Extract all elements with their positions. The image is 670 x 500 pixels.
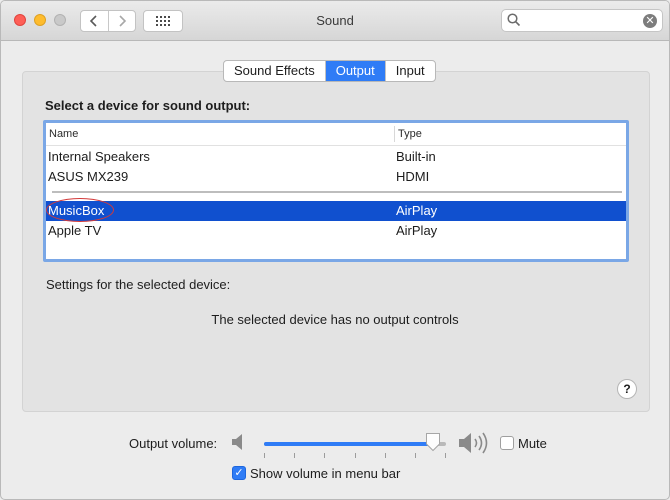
slider-tick [294,453,296,458]
tab-input[interactable]: Input [384,61,435,81]
column-separator[interactable] [394,126,395,142]
no-output-controls-message: The selected device has no output contro… [211,312,459,327]
settings-label: Settings for the selected device: [46,277,231,292]
volume-slider-knob[interactable] [425,432,441,452]
group-divider [52,191,622,193]
slider-tick [384,453,386,458]
clear-search-icon[interactable]: ✕ [643,14,657,28]
tab-bar: Sound Effects Output Input [223,60,436,82]
device-type: Built-in [396,149,436,164]
output-volume-label: Output volume: [129,436,218,451]
help-button[interactable]: ? [617,379,637,399]
slider-tick [354,453,356,458]
device-list-heading: Select a device for sound output: [45,98,251,113]
search-icon [507,13,521,27]
table-header: Name Type [46,123,626,146]
output-device-table[interactable]: Name Type Internal Speakers Built-in ASU… [43,120,629,262]
volume-slider-ticks [264,453,446,459]
device-type: AirPlay [396,203,438,218]
column-header-type[interactable]: Type [398,128,422,140]
table-row[interactable]: ASUS MX239 HDMI [46,167,626,187]
annotation-circle [46,198,114,222]
table-row-selected[interactable]: MusicBox AirPlay [46,198,626,222]
device-name: Apple TV [48,223,102,238]
device-type: HDMI [396,169,430,184]
speaker-low-icon [232,434,242,450]
show-volume-label[interactable]: Show volume in menu bar [250,466,400,481]
volume-slider-fill [264,442,434,446]
volume-slider[interactable] [264,442,446,446]
device-type: AirPlay [396,223,438,238]
tab-output[interactable]: Output [324,61,385,81]
speaker-high-icon [459,432,488,454]
slider-tick [414,453,416,458]
show-volume-checkbox[interactable]: ✓ [232,466,246,480]
table-row[interactable]: Apple TV AirPlay [46,221,626,241]
column-header-name[interactable]: Name [49,128,78,140]
mute-label[interactable]: Mute [518,436,547,451]
slider-tick [445,453,446,458]
title-bar: Sound ✕ [1,1,669,41]
search-field[interactable]: ✕ [501,9,663,32]
table-row[interactable]: Internal Speakers Built-in [46,147,626,167]
mute-checkbox[interactable] [500,436,514,450]
slider-tick [324,453,326,458]
device-name: ASUS MX239 [48,169,129,184]
tab-sound-effects[interactable]: Sound Effects [224,61,325,81]
sound-preferences-window: Sound ✕ Sound Effects Output Input Selec… [0,0,670,500]
search-input[interactable] [524,12,636,28]
slider-tick [264,453,265,458]
device-name: Internal Speakers [48,149,150,164]
